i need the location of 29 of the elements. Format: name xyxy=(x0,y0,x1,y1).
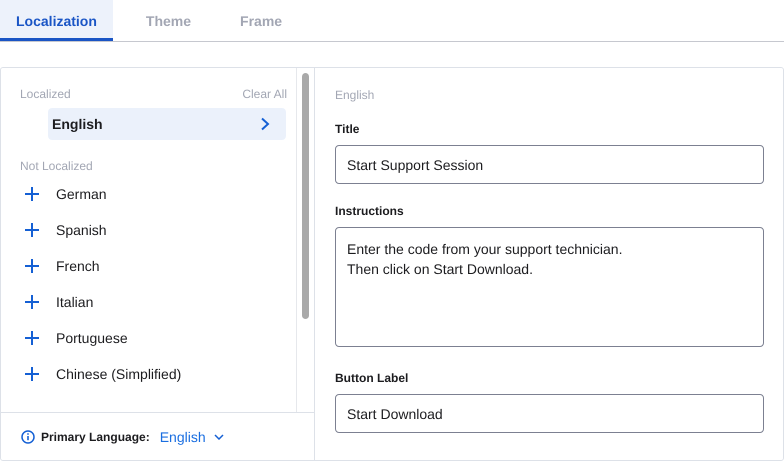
language-dropdown[interactable]: English xyxy=(160,428,224,444)
add-icon[interactable] xyxy=(24,366,40,382)
tab[interactable]: Localization xyxy=(0,0,113,41)
text-field[interactable]: Start Download xyxy=(335,394,764,433)
text-area[interactable]: Enter the code from your support technician. Then click on Start Download. xyxy=(335,227,764,347)
text-field[interactable]: Start Support Session xyxy=(335,145,764,184)
language-name: French xyxy=(56,258,100,274)
add-icon[interactable] xyxy=(24,258,40,274)
chevron-down-icon xyxy=(214,434,224,440)
add-icon[interactable] xyxy=(24,186,40,202)
language-name: Chinese (Simplified) xyxy=(56,366,182,382)
scrollbar-thumb[interactable] xyxy=(302,73,309,319)
section-heading: Not Localized xyxy=(20,159,93,173)
language-name: Spanish xyxy=(56,222,107,238)
add-icon[interactable] xyxy=(24,222,40,238)
language-name: German xyxy=(56,186,107,202)
add-icon[interactable] xyxy=(24,294,40,310)
primary-language-label: Primary Language: xyxy=(41,430,150,444)
chevron-right-icon xyxy=(260,117,270,131)
field-label: Button Label xyxy=(335,371,410,385)
language-name: Portuguese xyxy=(56,330,128,346)
language-heading: English xyxy=(335,88,376,102)
info-icon xyxy=(21,430,35,444)
language-name: Italian xyxy=(56,294,94,310)
language-item[interactable]: English xyxy=(48,108,286,140)
field-label: Instructions xyxy=(335,204,405,218)
add-icon[interactable] xyxy=(24,330,40,346)
field-label: Title xyxy=(335,122,360,136)
section-heading: Localized xyxy=(20,87,71,101)
